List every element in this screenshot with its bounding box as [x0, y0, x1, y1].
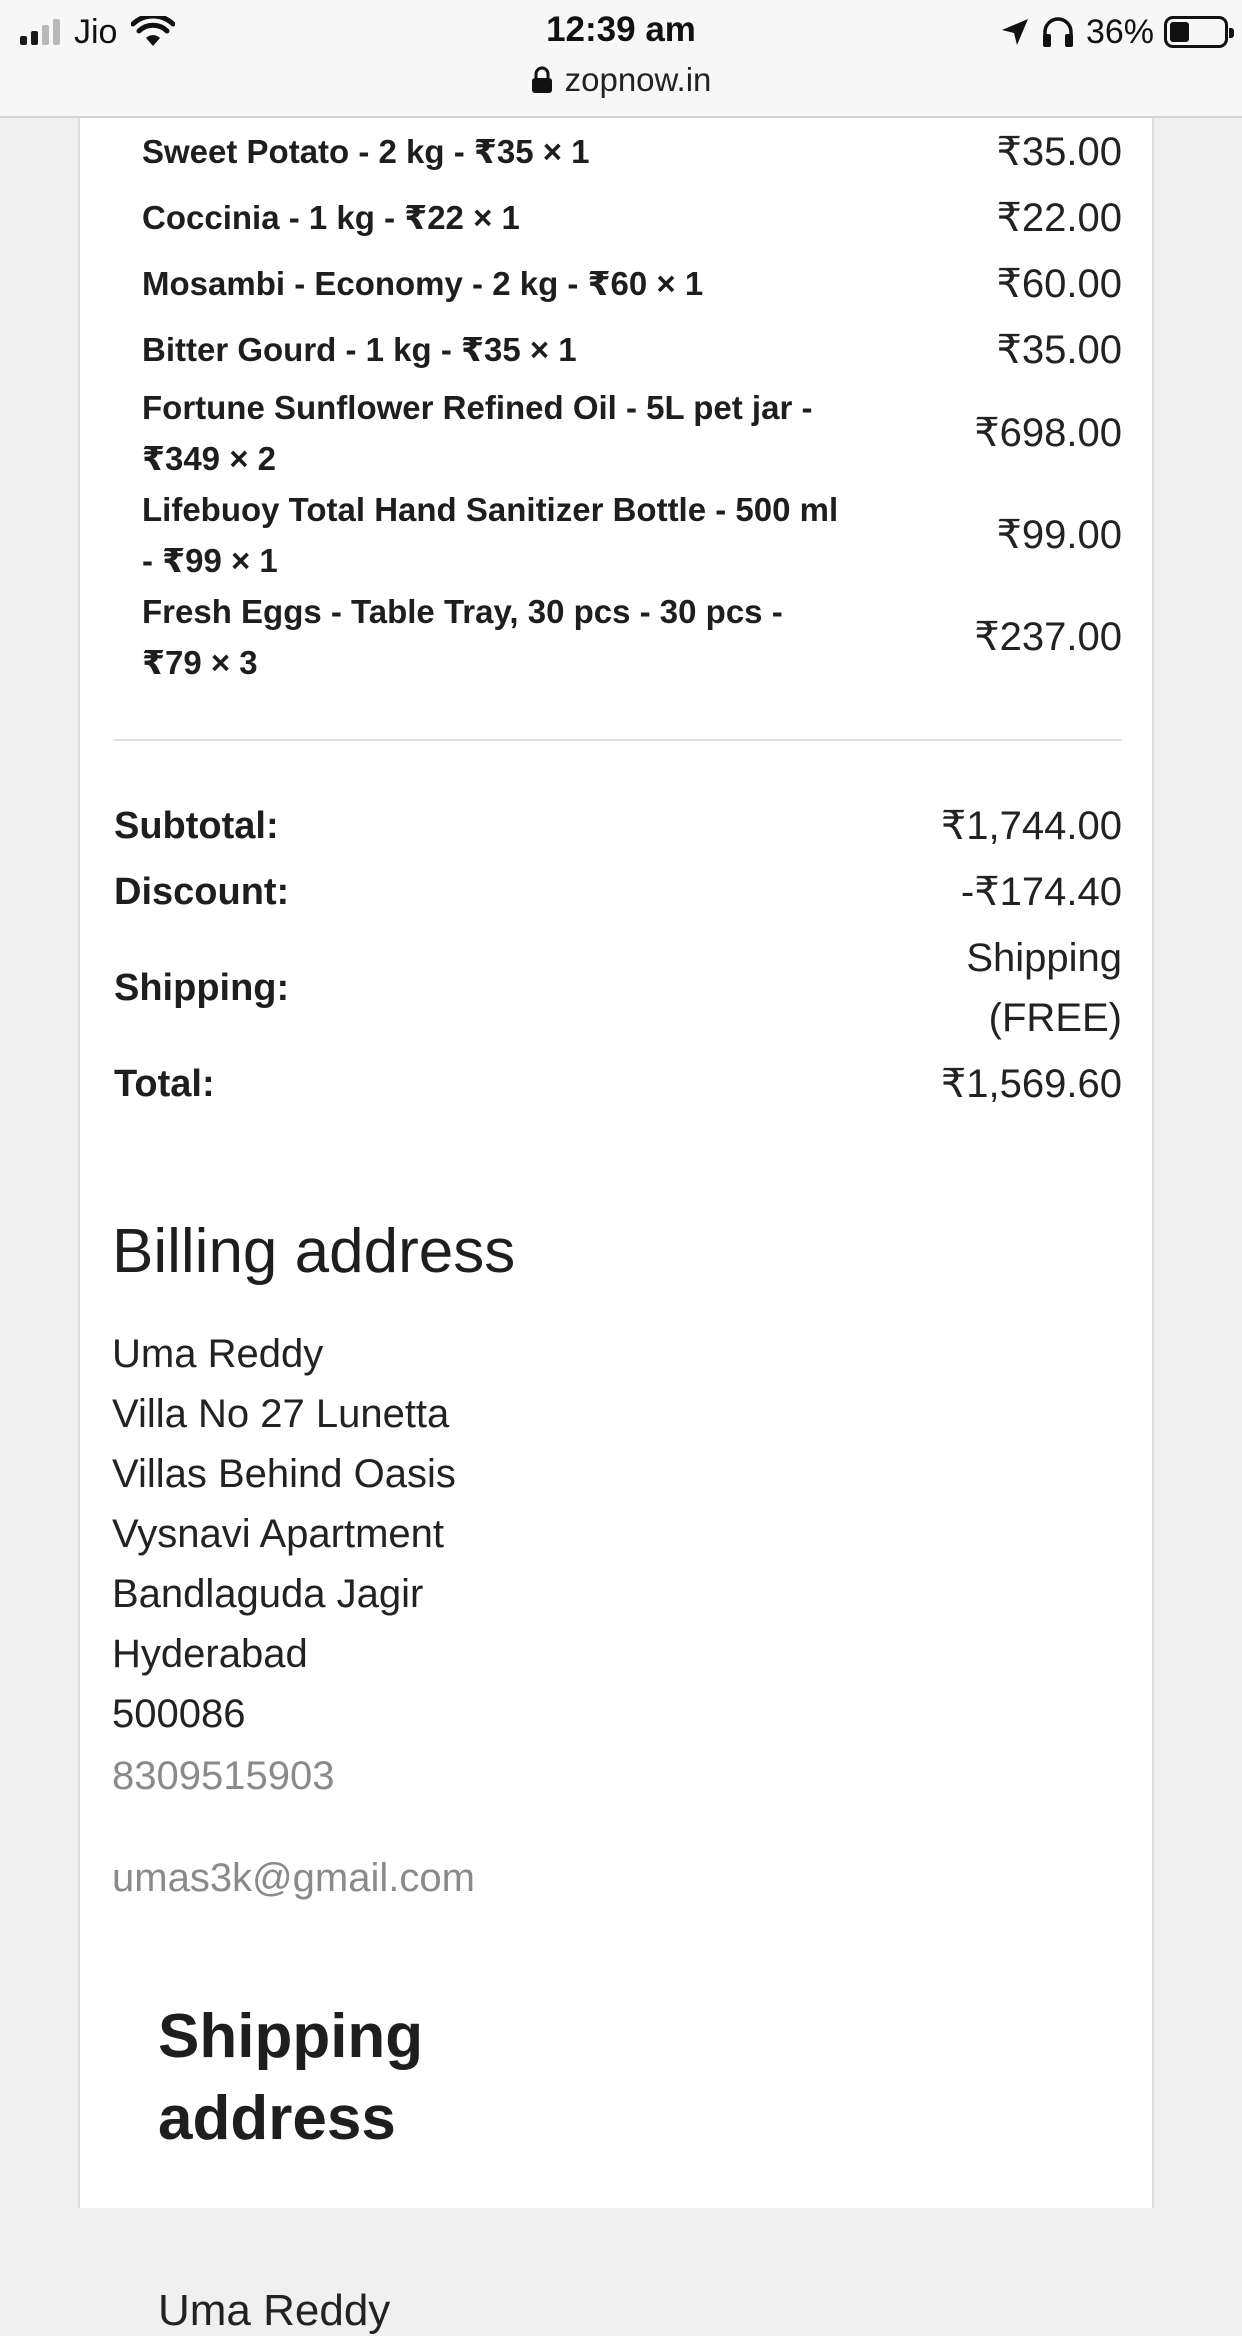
- billing-city: Hyderabad: [112, 1632, 308, 1676]
- list-item: Fortune Sunflower Refined Oil - 5L pet j…: [142, 382, 1122, 484]
- billing-email-link[interactable]: umas3k@gmail.com: [112, 1856, 475, 1901]
- status-bar: Jio 12:39 am 36% zopnow.in: [0, 0, 1242, 118]
- billing-address-heading: Billing address: [112, 1217, 516, 1286]
- status-right: 36%: [1000, 10, 1234, 54]
- total-row: Total: ₹1,569.60: [114, 1054, 1122, 1114]
- location-arrow-icon: [1001, 19, 1028, 45]
- item-name: Fortune Sunflower Refined Oil - 5L pet j…: [142, 389, 813, 477]
- total-value: ₹1,569.60: [940, 1062, 1122, 1106]
- subtotal-label: Subtotal:: [114, 804, 279, 847]
- item-name: Mosambi - Economy - 2 kg - ₹60 × 1: [142, 265, 704, 302]
- billing-line-4: Bandlaguda Jagir: [112, 1572, 424, 1616]
- order-details-card: Sweet Potato - 2 kg - ₹35 × 1 ₹35.00 Coc…: [78, 118, 1154, 2335]
- billing-address: Uma Reddy Villa No 27 Lunetta Villas Beh…: [112, 1324, 456, 1744]
- subtotal-value: ₹1,744.00: [940, 804, 1122, 848]
- billing-name: Uma Reddy: [112, 1332, 324, 1376]
- item-name: Fresh Eggs - Table Tray, 30 pcs - 30 pcs…: [142, 593, 783, 681]
- item-price: ₹22.00: [996, 195, 1122, 240]
- address-bar[interactable]: zopnow.in: [0, 60, 1242, 100]
- shipping-address-heading: Shipping address: [158, 2002, 424, 2153]
- headphones-icon: [1042, 17, 1073, 47]
- subtotal-row: Subtotal: ₹1,744.00: [114, 796, 1122, 856]
- url-text: zopnow.in: [564, 61, 712, 98]
- billing-line-3: Vysnavi Apartment: [112, 1512, 445, 1556]
- list-item: Sweet Potato - 2 kg - ₹35 × 1 ₹35.00: [142, 126, 1122, 177]
- list-item: Fresh Eggs - Table Tray, 30 pcs - 30 pcs…: [142, 586, 1122, 688]
- item-name: Sweet Potato - 2 kg - ₹35 × 1: [142, 133, 590, 170]
- item-name: Coccinia - 1 kg - ₹22 × 1: [142, 199, 520, 236]
- billing-pin: 500086: [112, 1692, 246, 1736]
- discount-label: Discount:: [114, 870, 290, 913]
- discount-value: -₹174.40: [960, 870, 1122, 914]
- item-price: ₹698.00: [974, 411, 1122, 455]
- item-price: ₹35.00: [996, 129, 1122, 174]
- shipping-label: Shipping:: [114, 966, 290, 1009]
- shipping-value: Shipping (FREE): [966, 936, 1122, 1040]
- billing-line-2: Villas Behind Oasis: [112, 1452, 456, 1496]
- battery-percent: 36%: [1085, 12, 1154, 51]
- list-item: Coccinia - 1 kg - ₹22 × 1 ₹22.00: [142, 192, 1122, 243]
- list-item: Bitter Gourd - 1 kg - ₹35 × 1 ₹35.00: [142, 324, 1122, 375]
- billing-line-1: Villa No 27 Lunetta: [112, 1392, 450, 1436]
- battery-icon: [1164, 16, 1234, 48]
- shipping-name-partial: Uma Reddy: [158, 2286, 391, 2335]
- item-name: Bitter Gourd - 1 kg - ₹35 × 1: [142, 331, 577, 368]
- item-price: ₹237.00: [974, 615, 1122, 659]
- billing-phone-link[interactable]: 8309515903: [112, 1754, 334, 1799]
- lock-icon: [531, 66, 552, 93]
- item-price: ₹99.00: [996, 513, 1122, 557]
- total-label: Total:: [114, 1062, 215, 1105]
- shipping-row: Shipping: Shipping (FREE): [114, 928, 1122, 1048]
- list-item: Lifebuoy Total Hand Sanitizer Bottle - 5…: [142, 484, 1122, 586]
- discount-row: Discount: -₹174.40: [114, 862, 1122, 922]
- list-item: Mosambi - Economy - 2 kg - ₹60 × 1 ₹60.0…: [142, 258, 1122, 309]
- item-price: ₹60.00: [996, 261, 1122, 306]
- item-price: ₹35.00: [996, 327, 1122, 372]
- item-name: Lifebuoy Total Hand Sanitizer Bottle - 5…: [142, 491, 839, 579]
- divider: [114, 739, 1122, 741]
